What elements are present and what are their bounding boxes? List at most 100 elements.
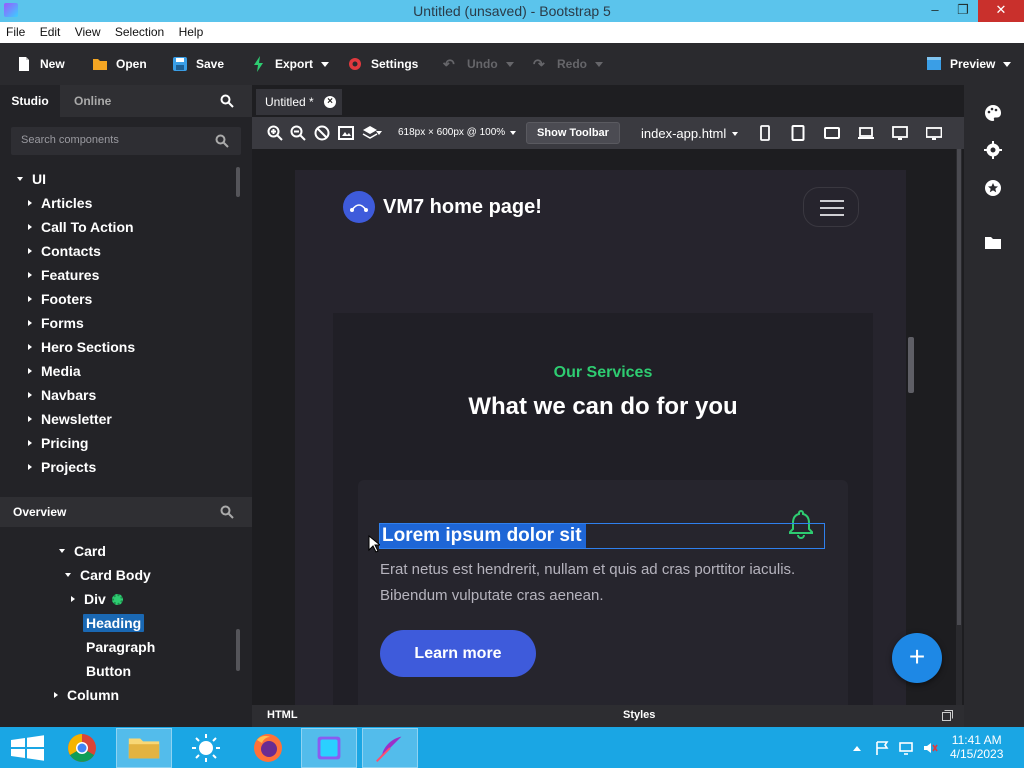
search-components-box bbox=[11, 127, 241, 155]
save-button[interactable]: Save bbox=[172, 53, 224, 75]
phone-icon[interactable] bbox=[757, 125, 773, 141]
search-input[interactable] bbox=[21, 134, 211, 146]
tablet-landscape-icon[interactable] bbox=[824, 125, 840, 141]
overview-item-card[interactable]: Card bbox=[59, 543, 106, 559]
add-component-button[interactable]: + bbox=[892, 633, 942, 683]
menu-view[interactable]: View bbox=[69, 22, 106, 39]
search-icon[interactable] bbox=[220, 94, 234, 108]
card-paragraph[interactable]: Erat netus est hendrerit, nullam et quis… bbox=[380, 557, 820, 609]
mouse-cursor-icon bbox=[368, 535, 380, 553]
image-frame-icon[interactable] bbox=[338, 125, 354, 141]
tree-item-forms[interactable]: Forms bbox=[28, 315, 84, 331]
overview-scrollbar[interactable] bbox=[236, 629, 240, 671]
export-button[interactable]: Export bbox=[251, 53, 330, 75]
preview-button[interactable]: Preview bbox=[926, 53, 1012, 75]
settings-button[interactable]: Settings bbox=[347, 53, 418, 75]
undo-button[interactable]: ↶ Undo bbox=[443, 53, 514, 75]
navbar-toggler[interactable] bbox=[803, 187, 859, 227]
network-icon[interactable] bbox=[898, 740, 914, 756]
overview-item-paragraph[interactable]: Paragraph bbox=[86, 639, 155, 655]
tab-online[interactable]: Online bbox=[74, 85, 111, 117]
tree-item-newsletter[interactable]: Newsletter bbox=[28, 411, 112, 427]
palette-icon[interactable] bbox=[984, 104, 1002, 122]
clock-date: 4/15/2023 bbox=[950, 747, 1004, 761]
tree-root-ui[interactable]: UI bbox=[17, 171, 46, 187]
file-explorer-icon[interactable] bbox=[116, 728, 172, 768]
tree-item-hero-sections[interactable]: Hero Sections bbox=[28, 339, 135, 355]
windows-taskbar: 11:41 AM 4/15/2023 bbox=[0, 727, 1024, 768]
card-heading[interactable]: Lorem ipsum dolor sit bbox=[379, 523, 825, 549]
zoom-out-icon[interactable] bbox=[290, 125, 306, 141]
menu-help[interactable]: Help bbox=[173, 22, 209, 39]
volume-muted-icon[interactable] bbox=[922, 740, 938, 756]
rotate-icon[interactable] bbox=[314, 125, 330, 141]
desktop-icon[interactable] bbox=[892, 125, 908, 141]
settings-label: Settings bbox=[371, 57, 419, 71]
folder-icon[interactable] bbox=[984, 234, 1002, 252]
minimize-button[interactable]: – bbox=[920, 0, 950, 22]
tab-studio[interactable]: Studio bbox=[0, 85, 60, 117]
hamburger-icon-line bbox=[820, 214, 844, 216]
editor-scrollbar[interactable] bbox=[956, 149, 962, 727]
redo-button[interactable]: ↷ Redo bbox=[533, 53, 603, 75]
tree-item-articles[interactable]: Articles bbox=[28, 195, 92, 211]
show-toolbar-button[interactable]: Show Toolbar bbox=[526, 122, 620, 144]
widescreen-icon[interactable] bbox=[926, 125, 942, 141]
chrome-icon[interactable] bbox=[54, 728, 110, 768]
menu-edit[interactable]: Edit bbox=[34, 22, 66, 39]
action-center-flag-icon[interactable] bbox=[874, 740, 890, 756]
weather-icon[interactable] bbox=[178, 728, 234, 768]
overview-item-button[interactable]: Button bbox=[86, 663, 131, 679]
learn-more-button[interactable]: Learn more bbox=[380, 630, 536, 677]
tree-item-projects[interactable]: Projects bbox=[28, 459, 96, 475]
brand-logo[interactable] bbox=[343, 191, 375, 223]
section-heading[interactable]: What we can do for you bbox=[333, 393, 873, 421]
overview-item-div[interactable]: Div bbox=[71, 591, 123, 607]
maximize-button[interactable]: ❐ bbox=[948, 0, 978, 22]
editor-scrollbar-thumb[interactable] bbox=[957, 149, 961, 625]
gear-icon[interactable] bbox=[984, 141, 1002, 159]
bootstrap-studio-icon[interactable] bbox=[301, 728, 357, 768]
open-button[interactable]: Open bbox=[92, 53, 147, 75]
card-heading-text[interactable]: Lorem ipsum dolor sit bbox=[380, 524, 586, 548]
search-icon[interactable] bbox=[220, 505, 234, 519]
page-select[interactable]: index-app.html bbox=[641, 126, 739, 141]
tree-item-navbars[interactable]: Navbars bbox=[28, 387, 96, 403]
start-icon[interactable] bbox=[0, 728, 56, 768]
zoom-in-icon[interactable] bbox=[267, 125, 283, 141]
tree-item-media[interactable]: Media bbox=[28, 363, 81, 379]
feather-icon[interactable] bbox=[362, 728, 418, 768]
firefox-icon[interactable] bbox=[240, 728, 296, 768]
tree-item-contacts[interactable]: Contacts bbox=[28, 243, 101, 259]
preview-scrollbar-thumb[interactable] bbox=[908, 337, 914, 393]
tree-item-pricing[interactable]: Pricing bbox=[28, 435, 88, 451]
menu-selection[interactable]: Selection bbox=[109, 22, 169, 39]
components-scrollbar[interactable] bbox=[236, 167, 240, 197]
section-eyebrow[interactable]: Our Services bbox=[333, 364, 873, 382]
service-card[interactable]: Lorem ipsum dolor sit Erat netus est hen… bbox=[358, 480, 848, 727]
tree-item-features[interactable]: Features bbox=[28, 267, 99, 283]
document-tab[interactable]: Untitled * × bbox=[256, 89, 342, 115]
tree-item-call-to-action[interactable]: Call To Action bbox=[28, 219, 134, 235]
tree-item-label: Hero Sections bbox=[41, 339, 136, 355]
overview-item-card-body[interactable]: Card Body bbox=[65, 567, 151, 583]
brand-title[interactable]: VM7 home page! bbox=[383, 196, 542, 219]
chevron-down-icon[interactable] bbox=[376, 131, 382, 135]
tab-styles[interactable]: Styles bbox=[623, 709, 655, 721]
show-hidden-icons-icon[interactable] bbox=[852, 744, 862, 752]
laptop-icon[interactable] bbox=[858, 125, 874, 141]
close-button[interactable]: ✕ bbox=[978, 0, 1024, 22]
new-button[interactable]: New bbox=[16, 53, 65, 75]
taskbar-clock[interactable]: 11:41 AM 4/15/2023 bbox=[950, 733, 1003, 761]
restore-panel-icon[interactable] bbox=[942, 710, 953, 721]
overview-item-heading[interactable]: Heading bbox=[83, 614, 145, 632]
close-tab-icon[interactable]: × bbox=[324, 96, 336, 108]
overview-item-column[interactable]: Column bbox=[54, 687, 119, 703]
menu-file[interactable]: File bbox=[0, 22, 30, 39]
tablet-portrait-icon[interactable] bbox=[790, 125, 806, 141]
tree-item-footers[interactable]: Footers bbox=[28, 291, 92, 307]
tab-html[interactable]: HTML bbox=[267, 709, 298, 721]
search-icon[interactable] bbox=[215, 134, 229, 148]
star-badge-icon[interactable] bbox=[984, 179, 1002, 197]
chevron-down-icon[interactable] bbox=[510, 131, 516, 135]
